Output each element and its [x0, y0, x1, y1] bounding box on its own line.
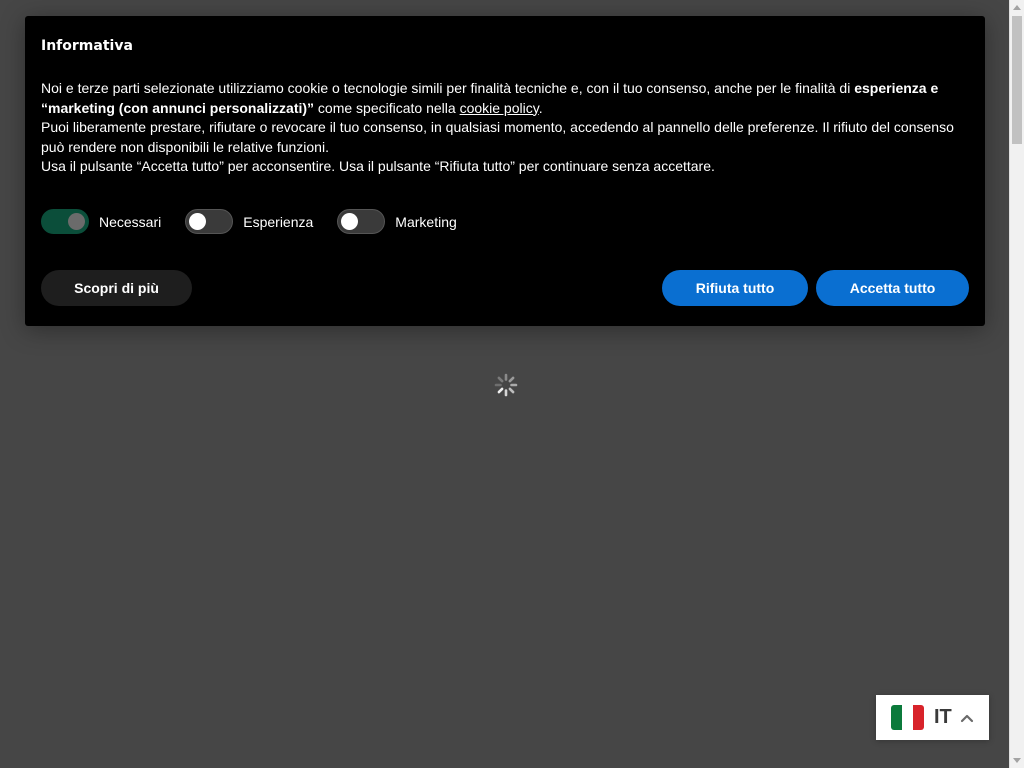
vertical-scrollbar[interactable]: [1009, 0, 1024, 768]
scroll-down-icon[interactable]: [1013, 758, 1021, 763]
language-code: IT: [934, 706, 952, 728]
language-selector[interactable]: IT: [876, 695, 989, 740]
page: Informativa Noi e terze parti selezionat…: [0, 0, 1024, 768]
toggle-knob: [189, 213, 207, 230]
loading-spinner-icon: [494, 373, 518, 397]
italy-flag-icon: [891, 705, 924, 730]
toggle-label-necessari: Necessari: [99, 213, 162, 230]
toggle-necessari[interactable]: [41, 209, 89, 234]
toggle-group-esperienza: Esperienza: [185, 209, 313, 234]
toggle-label-marketing: Marketing: [395, 213, 457, 230]
cookie-policy-link[interactable]: cookie policy: [460, 100, 539, 116]
banner-title: Informativa: [41, 38, 133, 54]
toggle-marketing[interactable]: [337, 209, 386, 234]
cookie-banner: Informativa Noi e terze parti selezionat…: [25, 16, 985, 326]
banner-text: Noi e terze parti selezionate utilizziam…: [41, 79, 966, 177]
scroll-thumb[interactable]: [1012, 16, 1022, 144]
toggle-label-esperienza: Esperienza: [243, 213, 314, 230]
consent-toggles: Necessari Esperienza Marketing: [41, 209, 481, 234]
banner-paragraph-3: Usa il pulsante “Accetta tutto” per acco…: [41, 158, 715, 175]
chevron-up-icon: [960, 714, 973, 722]
learn-more-button[interactable]: Scopri di più: [41, 270, 192, 306]
toggle-group-marketing: Marketing: [337, 209, 457, 234]
scroll-up-icon[interactable]: [1013, 5, 1021, 10]
banner-paragraph-2: Puoi liberamente prestare, rifiutare o r…: [41, 119, 954, 155]
toggle-knob: [341, 213, 359, 230]
toggle-group-necessari: Necessari: [41, 209, 161, 234]
toggle-esperienza[interactable]: [185, 209, 234, 234]
toggle-knob: [68, 213, 85, 230]
banner-paragraph-1: Noi e terze parti selezionate utilizziam…: [41, 80, 939, 116]
reject-all-button[interactable]: Rifiuta tutto: [662, 270, 808, 306]
accept-all-button[interactable]: Accetta tutto: [816, 270, 969, 306]
